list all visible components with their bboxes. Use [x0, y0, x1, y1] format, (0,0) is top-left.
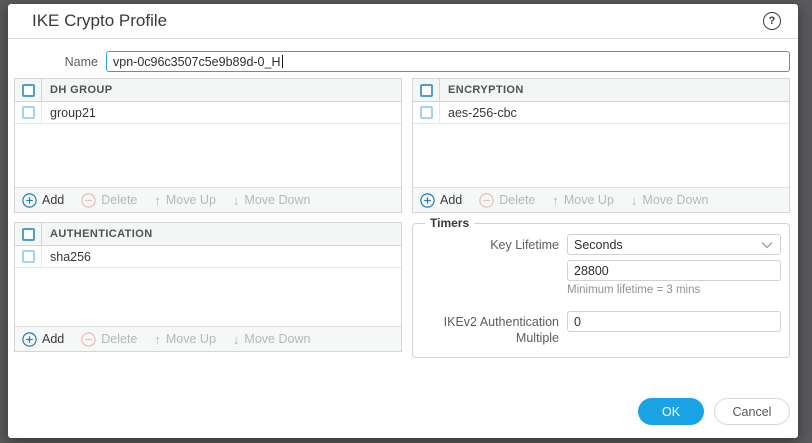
name-field-row: Name vpn-0c96c3507c5e9b89d-0_H — [8, 51, 790, 72]
chevron-down-icon — [761, 238, 773, 252]
arrow-up-icon: ↑ — [154, 332, 161, 347]
delete-button[interactable]: Delete — [81, 193, 137, 208]
name-input[interactable]: vpn-0c96c3507c5e9b89d-0_H — [106, 51, 790, 72]
move-down-button[interactable]: ↓ Move Down — [233, 193, 311, 208]
cancel-button[interactable]: Cancel — [714, 398, 790, 425]
dialog-footer: OK Cancel — [638, 398, 790, 425]
delete-button-label: Delete — [499, 193, 535, 207]
text-caret — [282, 55, 283, 68]
move-up-button-label: Move Up — [166, 193, 216, 207]
dh-group-panel: DH GROUP group21 Add Delete ↑ — [14, 78, 402, 213]
move-down-button[interactable]: ↓ Move Down — [233, 332, 311, 347]
authentication-header-row: AUTHENTICATION — [15, 223, 401, 246]
arrow-up-icon: ↑ — [154, 193, 161, 208]
key-lifetime-row: Key Lifetime Seconds — [421, 234, 781, 255]
move-down-button-label: Move Down — [244, 332, 310, 346]
table-row[interactable]: group21 — [15, 102, 401, 124]
timers-group: Timers Key Lifetime Seconds Minimum life… — [412, 216, 790, 358]
arrow-down-icon: ↓ — [233, 332, 240, 347]
dh-group-row-value: group21 — [42, 102, 96, 123]
encryption-column-header: ENCRYPTION — [440, 79, 524, 101]
minus-circle-icon — [479, 193, 494, 208]
timers-group-legend: Timers — [425, 216, 474, 230]
dh-group-select-all-checkbox[interactable] — [22, 84, 35, 97]
key-lifetime-value-row: Minimum lifetime = 3 mins — [421, 260, 781, 306]
key-lifetime-unit-select[interactable]: Seconds — [567, 234, 781, 255]
authentication-column-header: AUTHENTICATION — [42, 223, 153, 245]
encryption-select-all-checkbox[interactable] — [420, 84, 433, 97]
minus-circle-icon — [81, 193, 96, 208]
name-field-label: Name — [8, 55, 106, 69]
minus-circle-icon — [81, 332, 96, 347]
row-checkbox-cell — [15, 102, 42, 123]
ikev2-auth-multiple-label: IKEv2 Authentication Multiple — [421, 311, 567, 347]
plus-circle-icon — [420, 193, 435, 208]
key-lifetime-hint: Minimum lifetime = 3 mins — [567, 284, 781, 296]
encryption-row-value: aes-256-cbc — [440, 102, 517, 123]
row-checkbox[interactable] — [420, 106, 433, 119]
dh-group-column-header: DH GROUP — [42, 79, 112, 101]
table-row[interactable]: sha256 — [15, 246, 401, 268]
move-up-button[interactable]: ↑ Move Up — [154, 332, 216, 347]
dialog-header: IKE Crypto Profile ? — [8, 4, 798, 39]
delete-button[interactable]: Delete — [81, 332, 137, 347]
dh-group-toolbar: Add Delete ↑ Move Up ↓ Move Down — [15, 187, 401, 212]
key-lifetime-value-spacer — [421, 260, 567, 306]
row-checkbox[interactable] — [22, 250, 35, 263]
name-input-value: vpn-0c96c3507c5e9b89d-0_H — [113, 55, 281, 69]
authentication-panel: AUTHENTICATION sha256 Add Delete ↑ — [14, 222, 402, 352]
row-checkbox[interactable] — [22, 106, 35, 119]
authentication-select-all-checkbox[interactable] — [22, 228, 35, 241]
dh-group-select-all-cell — [15, 79, 42, 101]
move-up-button[interactable]: ↑ Move Up — [154, 193, 216, 208]
key-lifetime-label: Key Lifetime — [421, 234, 567, 255]
help-icon[interactable]: ? — [763, 12, 781, 30]
dh-group-header-row: DH GROUP — [15, 79, 401, 102]
delete-button-label: Delete — [101, 332, 137, 346]
move-up-button-label: Move Up — [166, 332, 216, 346]
encryption-toolbar: Add Delete ↑ Move Up ↓ Move Down — [413, 187, 789, 212]
add-button[interactable]: Add — [22, 193, 64, 208]
add-button[interactable]: Add — [22, 332, 64, 347]
arrow-down-icon: ↓ — [631, 193, 638, 208]
dialog-title: IKE Crypto Profile — [32, 11, 167, 31]
add-button-label: Add — [42, 332, 64, 346]
delete-button-label: Delete — [101, 193, 137, 207]
key-lifetime-unit-value: Seconds — [574, 238, 623, 252]
row-checkbox-cell — [15, 246, 42, 267]
add-button-label: Add — [42, 193, 64, 207]
ok-button[interactable]: OK — [638, 398, 704, 425]
arrow-down-icon: ↓ — [233, 193, 240, 208]
authentication-toolbar: Add Delete ↑ Move Up ↓ Move Down — [15, 326, 401, 351]
move-down-button-label: Move Down — [642, 193, 708, 207]
add-button-label: Add — [440, 193, 462, 207]
table-row[interactable]: aes-256-cbc — [413, 102, 789, 124]
plus-circle-icon — [22, 332, 37, 347]
encryption-select-all-cell — [413, 79, 440, 101]
move-up-button-label: Move Up — [564, 193, 614, 207]
key-lifetime-value-input[interactable] — [567, 260, 781, 281]
encryption-panel: ENCRYPTION aes-256-cbc Add Delete — [412, 78, 790, 213]
authentication-select-all-cell — [15, 223, 42, 245]
arrow-up-icon: ↑ — [552, 193, 559, 208]
add-button[interactable]: Add — [420, 193, 462, 208]
authentication-row-value: sha256 — [42, 246, 91, 267]
encryption-header-row: ENCRYPTION — [413, 79, 789, 102]
ikev2-auth-multiple-input[interactable] — [567, 311, 781, 332]
move-down-button[interactable]: ↓ Move Down — [631, 193, 709, 208]
ike-crypto-profile-dialog: IKE Crypto Profile ? Name vpn-0c96c3507c… — [8, 4, 798, 438]
delete-button[interactable]: Delete — [479, 193, 535, 208]
row-checkbox-cell — [413, 102, 440, 123]
ikev2-auth-multiple-row: IKEv2 Authentication Multiple — [421, 311, 781, 347]
plus-circle-icon — [22, 193, 37, 208]
move-up-button[interactable]: ↑ Move Up — [552, 193, 614, 208]
move-down-button-label: Move Down — [244, 193, 310, 207]
